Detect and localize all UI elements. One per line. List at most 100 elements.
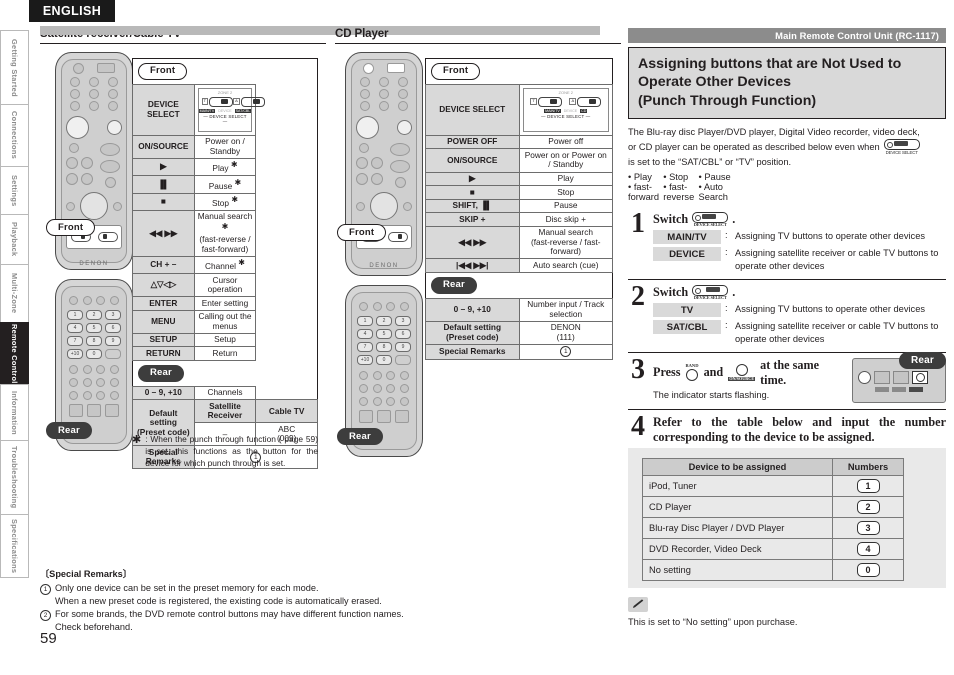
table-row: CH + – Channel ✱ [132,255,318,275]
step-1: 1 Switch DEVICE SELECT . MAIN/TV : Assig… [628,207,946,279]
row-value: Pause [518,198,613,214]
device-name-cell: CD Player [642,495,833,518]
sidebar-tab-getting-started[interactable]: Getting Started [0,30,29,104]
remote-front-illustration-mid: DENON [345,52,423,276]
remote-front-illustration-left: DENON [55,52,133,270]
sidebar-tab-specifications[interactable]: Specifications [0,514,29,578]
device-select-switch-icon-step1: DEVICE SELECT [692,211,729,228]
option-key-main-tv: MAIN/TV [653,230,721,245]
option-key-tv: TV [653,303,721,318]
table-row: SETUP Setup [132,332,318,348]
intro-paragraph: The Blu-ray disc Player/DVD player, Digi… [628,125,946,169]
step-3-lead-post: at the same time. [760,357,820,387]
row-key: ▐▌ [132,175,195,194]
device-table-header-numbers: Numbers [832,457,904,476]
device-table-row: iPod, Tuner 1 [642,474,904,497]
row-value: Pause ✱ [193,175,257,194]
keycap: 1 [856,478,880,493]
row-value: Channels [193,385,257,401]
sidebar-tab-settings[interactable]: Settings [0,166,29,214]
sidebar-tab-troubleshooting[interactable]: Troubleshooting [0,440,29,514]
row-key: |◀◀ ▶▶| [425,258,520,273]
row-key: △▽◁▷ [132,273,195,298]
table-row: ▶ Play ✱ [132,157,318,177]
table-row: 0 – 9, +10 Number input / Track selection [425,297,613,322]
row-value-graphic: ZONE 2 T A MAIN/TV DEVICE CD — DEVICE SELECT — [518,83,613,136]
table-row: ■ Stop ✱ [132,192,318,211]
row-key: ◀◀ ▶▶ [425,225,520,260]
row-value: Cursor operation [193,273,257,298]
steps-list: 1 Switch DEVICE SELECT . MAIN/TV : Assig… [628,207,946,446]
table-row-preset-header: Default setting (Preset code) Satellite Rec… [132,399,318,447]
option-text-sat-cbl: Assigning satellite receiver or cable TV… [735,321,939,344]
feature-bullet: • fast-reverse [663,181,695,202]
table-header-front: Front [425,58,613,85]
row-value: Enter setting [193,296,257,311]
row-value: Power off [518,134,613,150]
device-name-cell: Blu-ray Disc Player / DVD Player [642,516,833,539]
row-value: Power on or Power on / Standby [518,148,613,173]
purchase-note: This is set to “No setting” upon purchas… [628,616,798,627]
step-1-option-mainvtv: MAIN/TV : Assigning TV buttons to operat… [653,230,946,245]
option-sep-3: : [725,303,728,314]
sidebar-tab-label: Connections [10,111,19,160]
keycap: 2 [856,499,880,514]
feature-bullet: • Pause [698,171,731,182]
page-content: Satellite receiver/Cable TV [40,26,946,658]
row-key-default-setting: Default setting (Preset code) [425,320,520,345]
device-table-row: No setting 0 [642,558,904,581]
feature-bullet: • fast-forward [628,181,660,202]
sidebar-tab-label: Getting Started [10,38,19,97]
rear-pill: Rear [138,364,184,382]
device-table-row: DVD Recorder, Video Deck 4 [642,537,904,560]
sidebar-tab-label: Playback [10,222,19,257]
row-key: 0 – 9, +10 [425,297,520,322]
table-row: ▶ Play [425,171,613,187]
row-value: Play ✱ [193,157,257,177]
device-select-switch-icon: DEVICE SELECT [883,139,920,155]
rear-pill-mid-remote: Rear [337,428,383,445]
table-row: ▐▌ Pause ✱ [132,175,318,194]
sidebar-tab-connections[interactable]: Connections [0,104,29,166]
table-header-rear: Rear [425,272,613,299]
row-value: Calling out the menus [193,309,257,334]
table-row: ENTER Enter setting [132,296,318,311]
row-key: ▶ [425,171,520,187]
sidebar-tab-remote-control[interactable]: Remote Control [0,322,29,384]
table-header-rear: Rear [132,360,318,387]
step-2: 2 Switch DEVICE SELECT . TV : Assigning … [628,278,946,352]
row-value: Play [518,171,613,187]
step-1-period: . [732,211,736,226]
row-value: Return [193,346,257,361]
table-row: SKIP + Disc skip + [425,212,613,227]
remark-number: 1 [40,582,51,608]
rear-pill-step3: Rear [898,351,946,369]
special-remark-item: 1 Only one device can be set in the prese… [40,582,600,608]
section-title-cdplayer: CD Player [335,28,621,44]
row-key: SETUP [132,332,195,348]
sidebar-tab-label: Troubleshooting [10,446,19,509]
feature-bullets: • Play • Stop • Pause • fast-forward • fast-… [628,172,946,202]
on-source-button-icon: ON/SOURCE [728,363,756,382]
row-key: SHIFT, ▐▌ [425,198,520,214]
table-row: ■ Stop [425,185,613,200]
device-number-cell: 4 [832,537,904,560]
sidebar-tab-playback[interactable]: Playback [0,214,29,264]
column-cdplayer: CD Player DENON Front 1 2 3 4 5 6 7 8 9 … [335,28,621,457]
device-table-header-name: Device to be assigned [642,457,833,476]
device-number-cell: 3 [832,516,904,539]
table-row: DEVICE SELECT ZONE 2 T A MAIN/TV DEVICE SAT/CB… [132,83,318,136]
keycap: 0 [856,562,880,577]
device-name-cell: DVD Recorder, Video Deck [642,537,833,560]
step-2-number: 2 [631,280,645,312]
spec-table-cdplayer: Front DEVICE SELECT ZONE 2 T A MAIN/TV DEVICE C… [425,58,613,360]
sidebar-tab-multi-zone[interactable]: Multi-Zone [0,264,29,322]
step-3-number: 3 [631,353,645,385]
row-key: DEVICE SELECT [425,83,520,136]
footnote-punch-through: ✱ : When the punch through function ( pa… [132,433,318,470]
sidebar-tab-information[interactable]: Information [0,384,29,440]
table-row: ON/SOURCE Power on or Power on / Standby [425,148,613,173]
rear-pill-left-remote: Rear [46,422,92,439]
asterisk-icon: ✱ [132,434,142,446]
row-value: Stop ✱ [193,192,257,211]
